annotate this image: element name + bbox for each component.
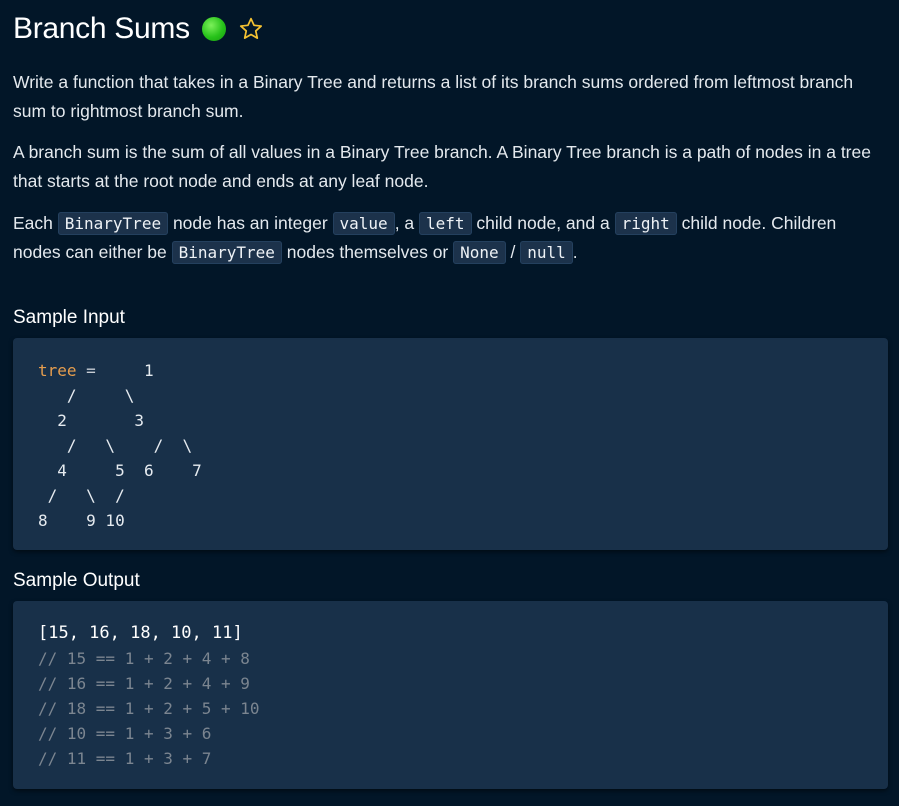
text-span: . xyxy=(572,242,578,262)
tree-var-name: tree xyxy=(38,361,77,380)
inline-code-binarytree-2: BinaryTree xyxy=(171,241,282,264)
text-span: node has an integer xyxy=(168,213,333,233)
text-span: / xyxy=(505,242,521,262)
sample-output-codeblock[interactable]: [15, 16, 18, 10, 11] // 15 == 1 + 2 + 4 +… xyxy=(13,601,888,789)
tree-line: 2 3 xyxy=(38,411,144,430)
text-span: nodes themselves or xyxy=(281,242,454,262)
inline-code-none: None xyxy=(453,241,506,264)
output-code: [15, 16, 18, 10, 11] // 15 == 1 + 2 + 4 +… xyxy=(38,621,260,771)
inline-code-value: value xyxy=(332,212,395,235)
tree-line: / \ / \ xyxy=(38,436,193,455)
output-result: [15, 16, 18, 10, 11] xyxy=(38,623,243,643)
completed-status-icon xyxy=(201,17,226,41)
inline-code-binarytree: BinaryTree xyxy=(57,212,169,235)
tree-line: 4 5 6 7 xyxy=(38,461,202,480)
description-paragraph-2: A branch sum is the sum of all values in… xyxy=(13,142,871,191)
description-paragraph-3: Each BinaryTree node has an integer valu… xyxy=(13,209,885,267)
star-outline-icon[interactable] xyxy=(238,16,264,42)
assign-operator: = xyxy=(76,361,96,380)
output-comment: // 16 == 1 + 2 + 4 + 9 xyxy=(38,674,250,693)
text-span: child node, and a xyxy=(471,213,615,233)
tree-line: 8 9 10 xyxy=(38,511,125,530)
sample-input-codeblock[interactable]: tree = 1 / \ 2 3 / \ / \ 4 5 6 7 / \ / 8… xyxy=(13,338,888,550)
tree-line: 1 xyxy=(95,361,154,380)
text-span: , a xyxy=(394,213,420,233)
inline-code-right: right xyxy=(614,212,677,235)
inline-code-left: left xyxy=(419,212,472,235)
page-title: Branch Sums xyxy=(13,12,190,45)
tree-diagram: tree = 1 / \ 2 3 / \ / \ 4 5 6 7 / \ / 8… xyxy=(38,358,202,533)
tree-line: / \ / xyxy=(38,486,125,505)
sample-input-heading: Sample Input xyxy=(13,307,125,328)
tree-line: / \ xyxy=(38,386,135,405)
title-row: Branch Sums xyxy=(13,10,264,48)
output-comment: // 10 == 1 + 3 + 6 xyxy=(38,724,212,743)
description-paragraph-1: Write a function that takes in a Binary … xyxy=(13,72,854,121)
output-comment: // 15 == 1 + 2 + 4 + 8 xyxy=(38,649,250,668)
output-comment: // 18 == 1 + 2 + 5 + 10 xyxy=(38,699,260,718)
inline-code-null: null xyxy=(520,241,573,264)
sample-output-heading: Sample Output xyxy=(13,570,140,591)
output-comment: // 11 == 1 + 3 + 7 xyxy=(38,749,212,768)
text-span: Each xyxy=(13,213,58,233)
